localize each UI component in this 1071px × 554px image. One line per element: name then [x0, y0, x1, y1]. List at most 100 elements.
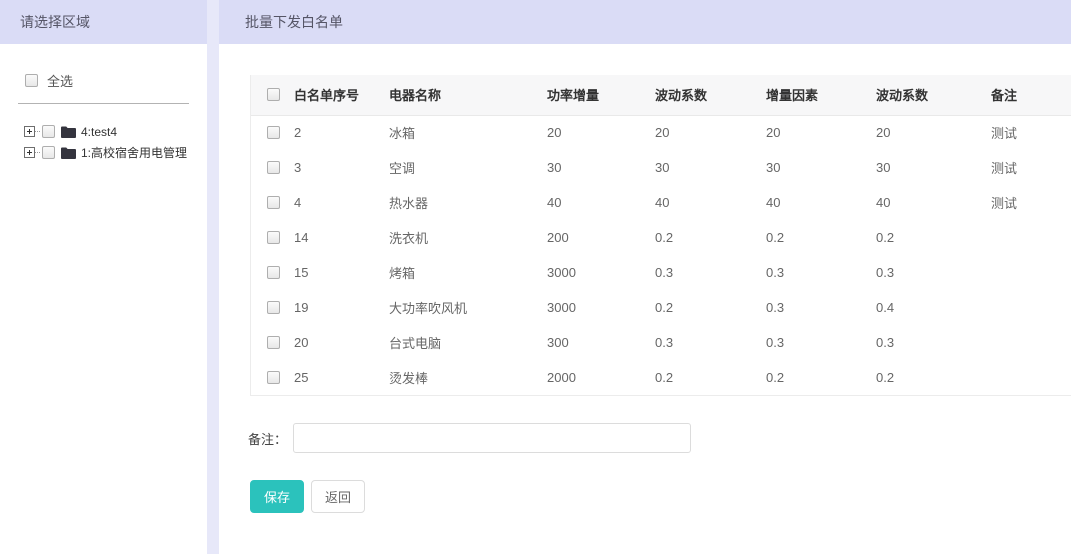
header-select-all-checkbox[interactable]: [267, 88, 280, 101]
cell-name: 台式电脑: [389, 325, 547, 360]
cell-seq: 3: [294, 150, 389, 185]
remark-label: 备注：: [248, 429, 287, 448]
cell-remark: [991, 325, 1071, 360]
folder-icon: [61, 147, 76, 159]
col-header-coef1: 波动系数: [655, 75, 766, 115]
col-header-seq: 白名单序号: [294, 75, 389, 115]
cell-remark: [991, 290, 1071, 325]
select-all-checkbox[interactable]: [25, 74, 38, 87]
cell-factor: 0.2: [766, 220, 876, 255]
table-row: 2冰箱20202020测试: [251, 115, 1071, 150]
cell-remark: 测试: [991, 185, 1071, 220]
cell-seq: 20: [294, 325, 389, 360]
row-checkbox-cell: [251, 255, 294, 290]
table-header-row: 白名单序号 电器名称 功率增量 波动系数 增量因素 波动系数 备注: [251, 75, 1071, 115]
cell-name: 洗衣机: [389, 220, 547, 255]
row-checkbox-cell: [251, 220, 294, 255]
table-row: 14洗衣机2000.20.20.2: [251, 220, 1071, 255]
cell-coef2: 0.2: [876, 220, 991, 255]
cell-power: 20: [547, 115, 655, 150]
tree-connector: [35, 152, 40, 153]
whitelist-table: 白名单序号 电器名称 功率增量 波动系数 增量因素 波动系数 备注 2冰箱202…: [251, 75, 1071, 395]
save-button[interactable]: 保存: [250, 480, 304, 513]
table-row: 15烤箱30000.30.30.3: [251, 255, 1071, 290]
cell-name: 大功率吹风机: [389, 290, 547, 325]
cell-name: 烫发棒: [389, 360, 547, 395]
cell-coef1: 30: [655, 150, 766, 185]
col-header-name: 电器名称: [389, 75, 547, 115]
remark-input[interactable]: [293, 423, 691, 453]
row-checkbox-cell: [251, 185, 294, 220]
row-checkbox[interactable]: [267, 301, 280, 314]
cell-name: 烤箱: [389, 255, 547, 290]
cell-name: 冰箱: [389, 115, 547, 150]
row-checkbox[interactable]: [267, 266, 280, 279]
table-row: 19大功率吹风机30000.20.30.4: [251, 290, 1071, 325]
page-title: 批量下发白名单: [245, 12, 343, 32]
tree-node-label[interactable]: 4:test4: [81, 125, 117, 139]
tree-node-label[interactable]: 1:高校宿舍用电管理: [81, 144, 187, 161]
cell-remark: [991, 255, 1071, 290]
cell-remark: 测试: [991, 150, 1071, 185]
cell-seq: 15: [294, 255, 389, 290]
panel-title-bar: 批量下发白名单: [219, 0, 1071, 44]
expand-plus-icon[interactable]: [24, 147, 35, 158]
cell-coef1: 0.3: [655, 255, 766, 290]
cell-factor: 0.2: [766, 360, 876, 395]
cell-remark: [991, 360, 1071, 395]
cell-power: 3000: [547, 255, 655, 290]
tree-node-checkbox[interactable]: [42, 125, 55, 138]
tree-node: 4:test4: [24, 121, 207, 142]
cell-factor: 0.3: [766, 255, 876, 290]
region-sidebar: 请选择区域 全选 4:test4 1:高校宿舍用电管理: [0, 0, 207, 554]
table-row: 20台式电脑3000.30.30.3: [251, 325, 1071, 360]
table-body: 2冰箱20202020测试3空调30303030测试4热水器40404040测试…: [251, 115, 1071, 395]
row-checkbox[interactable]: [267, 371, 280, 384]
cell-power: 40: [547, 185, 655, 220]
actions-row: 保存 返回: [250, 480, 1071, 513]
cell-power: 200: [547, 220, 655, 255]
cell-coef1: 20: [655, 115, 766, 150]
select-all-row: 全选: [25, 71, 207, 90]
table-row: 25烫发棒20000.20.20.2: [251, 360, 1071, 395]
whitelist-table-wrap: 白名单序号 电器名称 功率增量 波动系数 增量因素 波动系数 备注 2冰箱202…: [250, 75, 1071, 396]
cell-coef2: 30: [876, 150, 991, 185]
select-all-label[interactable]: 全选: [47, 71, 73, 90]
cell-coef2: 0.4: [876, 290, 991, 325]
tree-node: 1:高校宿舍用电管理: [24, 142, 207, 163]
tree-connector: [35, 131, 40, 132]
cell-coef2: 40: [876, 185, 991, 220]
row-checkbox[interactable]: [267, 161, 280, 174]
folder-icon: [61, 126, 76, 138]
cell-power: 3000: [547, 290, 655, 325]
col-header-factor: 增量因素: [766, 75, 876, 115]
table-row: 4热水器40404040测试: [251, 185, 1071, 220]
row-checkbox-cell: [251, 150, 294, 185]
sidebar-title: 请选择区域: [20, 12, 90, 32]
row-checkbox[interactable]: [267, 196, 280, 209]
col-header-power: 功率增量: [547, 75, 655, 115]
row-checkbox-cell: [251, 290, 294, 325]
expand-plus-icon[interactable]: [24, 126, 35, 137]
cell-factor: 0.3: [766, 290, 876, 325]
row-checkbox[interactable]: [267, 336, 280, 349]
cell-name: 热水器: [389, 185, 547, 220]
cell-remark: 测试: [991, 115, 1071, 150]
cell-coef1: 0.2: [655, 220, 766, 255]
cell-seq: 19: [294, 290, 389, 325]
tree-node-checkbox[interactable]: [42, 146, 55, 159]
cell-seq: 14: [294, 220, 389, 255]
col-header-coef2: 波动系数: [876, 75, 991, 115]
cell-remark: [991, 220, 1071, 255]
cell-factor: 30: [766, 150, 876, 185]
row-checkbox-cell: [251, 325, 294, 360]
cell-coef1: 40: [655, 185, 766, 220]
cell-coef2: 20: [876, 115, 991, 150]
row-checkbox[interactable]: [267, 231, 280, 244]
remark-form-row: 备注：: [248, 423, 1071, 453]
cell-seq: 2: [294, 115, 389, 150]
row-checkbox[interactable]: [267, 126, 280, 139]
back-button[interactable]: 返回: [311, 480, 365, 513]
cell-factor: 40: [766, 185, 876, 220]
sidebar-divider: [18, 103, 189, 104]
